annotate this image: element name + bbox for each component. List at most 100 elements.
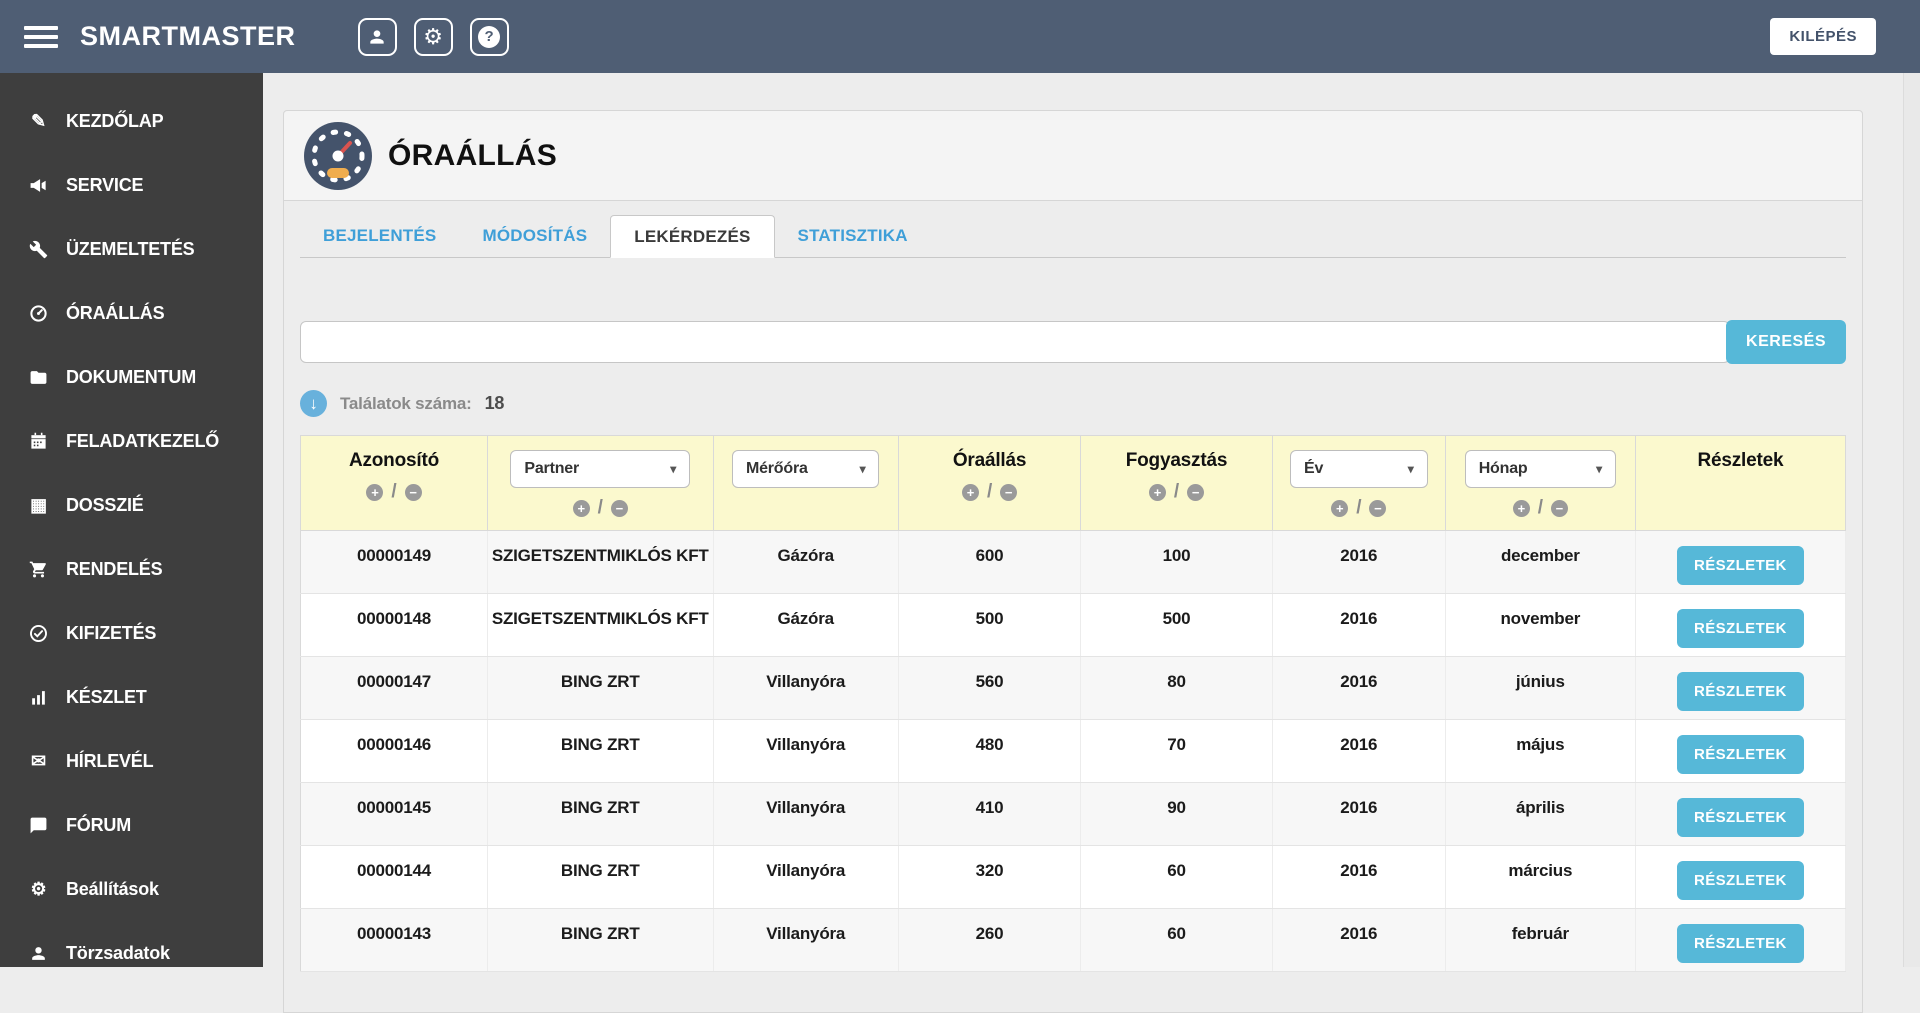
details-button[interactable]: RÉSZLETEK [1677,735,1804,774]
column-header-meter: Mérőóra ▾ [713,435,899,531]
column-header-id: Azonosító + / − [300,435,488,531]
tab-bar: BEJELENTÉS MÓDOSÍTÁS LEKÉRDEZÉS STATISZTIKA [300,215,1846,258]
details-button[interactable]: RÉSZLETEK [1677,798,1804,837]
details-button[interactable]: RÉSZLETEK [1677,861,1804,900]
partner-filter-select[interactable]: Partner ▾ [510,450,691,488]
sidebar-item-label: KÉSZLET [66,686,147,707]
month-filter-select[interactable]: Hónap ▾ [1464,450,1616,488]
sort-separator: / [391,481,397,502]
details-button[interactable]: RÉSZLETEK [1677,924,1804,963]
sidebar-item-bar-chart[interactable]: KÉSZLET [0,665,263,729]
logout-button[interactable]: KILÉPÉS [1770,18,1876,55]
sidebar-item-comment[interactable]: FÓRUM [0,793,263,857]
partner-sort-desc-icon[interactable]: − [610,499,628,517]
consumption-sort-asc-icon[interactable]: + [1148,483,1166,501]
partner-sort-asc-icon[interactable]: + [572,499,590,517]
sidebar-item-calendar[interactable]: FELADATKEZELŐ [0,409,263,473]
sidebar-item-gear[interactable]: ⚙ Beállítások [0,857,263,921]
results-label: Találatok száma: [340,393,472,413]
meter-filter-select[interactable]: Mérőóra ▾ [731,450,880,488]
sidebar-item-gauge[interactable]: ÓRAÁLLÁS [0,281,263,345]
cell-year: 2016 [1272,908,1446,972]
reading-sort-asc-icon[interactable]: + [961,483,979,501]
cell-year: 2016 [1272,593,1446,657]
menu-toggle-icon[interactable] [24,21,58,53]
sidebar-item-cart[interactable]: RENDELÉS [0,537,263,601]
chevron-down-icon: ▾ [1407,462,1414,476]
reading-sort-desc-icon[interactable]: − [1000,483,1018,501]
sidebar-item-label: Törzsadatok [66,942,170,963]
table-row: 00000149 SZIGETSZENTMIKLÓS KFT Gázóra 600 10… [300,530,1847,594]
cell-details: RÉSZLETEK [1635,845,1847,909]
table-row: 00000143 BING ZRT Villanyóra 260 60 2016 febru… [300,908,1847,972]
cell-id: 00000145 [300,782,488,846]
cell-details: RÉSZLETEK [1635,530,1847,594]
cell-partner: BING ZRT [487,908,714,972]
cell-consumption: 90 [1080,782,1273,846]
cell-month: május [1445,719,1636,783]
cell-partner: SZIGETSZENTMIKLÓS KFT [487,593,714,657]
details-button[interactable]: RÉSZLETEK [1677,546,1804,585]
results-table: Azonosító + / − Partner ▾ + / − Mérőóra ▾ Óraállás +… [300,435,1847,972]
cell-month: december [1445,530,1636,594]
settings-icon[interactable]: ⚙ [413,17,453,56]
tab-lekérdezés[interactable]: LEKÉRDEZÉS [610,215,775,258]
sidebar-item-label: ÜZEMELTETÉS [66,238,195,259]
cell-consumption: 60 [1080,845,1273,909]
month-filter-value: Hónap [1478,460,1528,477]
help-icon[interactable]: ? [469,17,509,56]
month-sort-asc-icon[interactable]: + [1512,499,1530,517]
cell-id: 00000147 [300,656,488,720]
cell-year: 2016 [1272,719,1446,783]
calendar-icon [25,432,52,451]
sort-separator: / [1537,497,1543,518]
year-filter-select[interactable]: Év ▾ [1289,450,1428,488]
cell-id: 00000143 [300,908,488,972]
cell-id: 00000148 [300,593,488,657]
cell-reading: 560 [898,656,1082,720]
sidebar-item-label: KIFIZETÉS [66,622,157,643]
year-sort-desc-icon[interactable]: − [1369,499,1387,517]
tab-módosítás[interactable]: MÓDOSÍTÁS [459,215,610,258]
year-sort-asc-icon[interactable]: + [1331,499,1349,517]
arrow-down-circle-icon: ↓ [300,390,327,417]
id-sort-desc-icon[interactable]: − [404,483,422,501]
sidebar-item-folder[interactable]: DOKUMENTUM [0,345,263,409]
person-icon [25,944,52,963]
page-scrollbar[interactable] [1903,73,1920,967]
month-sort-desc-icon[interactable]: − [1550,499,1568,517]
id-sort-asc-icon[interactable]: + [366,483,384,501]
user-icon[interactable] [357,17,397,56]
consumption-sort-desc-icon[interactable]: − [1187,483,1205,501]
details-button[interactable]: RÉSZLETEK [1677,672,1804,711]
sort-separator: / [1173,481,1180,502]
sidebar-item-envelope[interactable]: ✉ HÍRLEVÉL [0,729,263,793]
card-header: ÓRAÁLLÁS [284,111,1862,201]
table-row: 00000146 BING ZRT Villanyóra 480 70 2016 május… [300,719,1847,783]
sidebar-item-check-circle[interactable]: KIFIZETÉS [0,601,263,665]
cell-reading: 320 [898,845,1082,909]
cell-year: 2016 [1272,656,1446,720]
table-header-row: Azonosító + / − Partner ▾ + / − Mérőóra ▾ Óraállás +… [300,435,1847,531]
sidebar-item-edit[interactable]: ✎ KEZDŐLAP [0,89,263,153]
sidebar-item-megaphone[interactable]: SERVICE [0,153,263,217]
year-filter-value: Év [1303,460,1324,477]
search-button[interactable]: KERESÉS [1726,320,1846,364]
topbar-quick-icons: ⚙ ? [357,17,509,56]
search-input[interactable] [300,321,1731,363]
chevron-down-icon: ▾ [1596,462,1602,476]
content-card: ÓRAÁLLÁS BEJELENTÉS MÓDOSÍTÁS LEKÉRDEZÉS ST… [283,110,1863,1013]
chevron-down-icon: ▾ [670,462,677,476]
sidebar-item-grid[interactable]: ▦ DOSSZIÉ [0,473,263,537]
cell-details: RÉSZLETEK [1635,593,1847,657]
tab-bejelentés[interactable]: BEJELENTÉS [300,215,459,258]
tab-statisztika[interactable]: STATISZTIKA [775,215,931,258]
cell-details: RÉSZLETEK [1635,908,1847,972]
details-button[interactable]: RÉSZLETEK [1677,609,1804,648]
sidebar-item-person[interactable]: Törzsadatok [0,921,263,985]
column-header-partner: Partner ▾ + / − [487,435,714,531]
sidebar-item-wrench[interactable]: ÜZEMELTETÉS [0,217,263,281]
cell-meter: Villanyóra [713,908,899,972]
cart-icon [25,560,52,579]
edit-icon: ✎ [31,110,46,131]
